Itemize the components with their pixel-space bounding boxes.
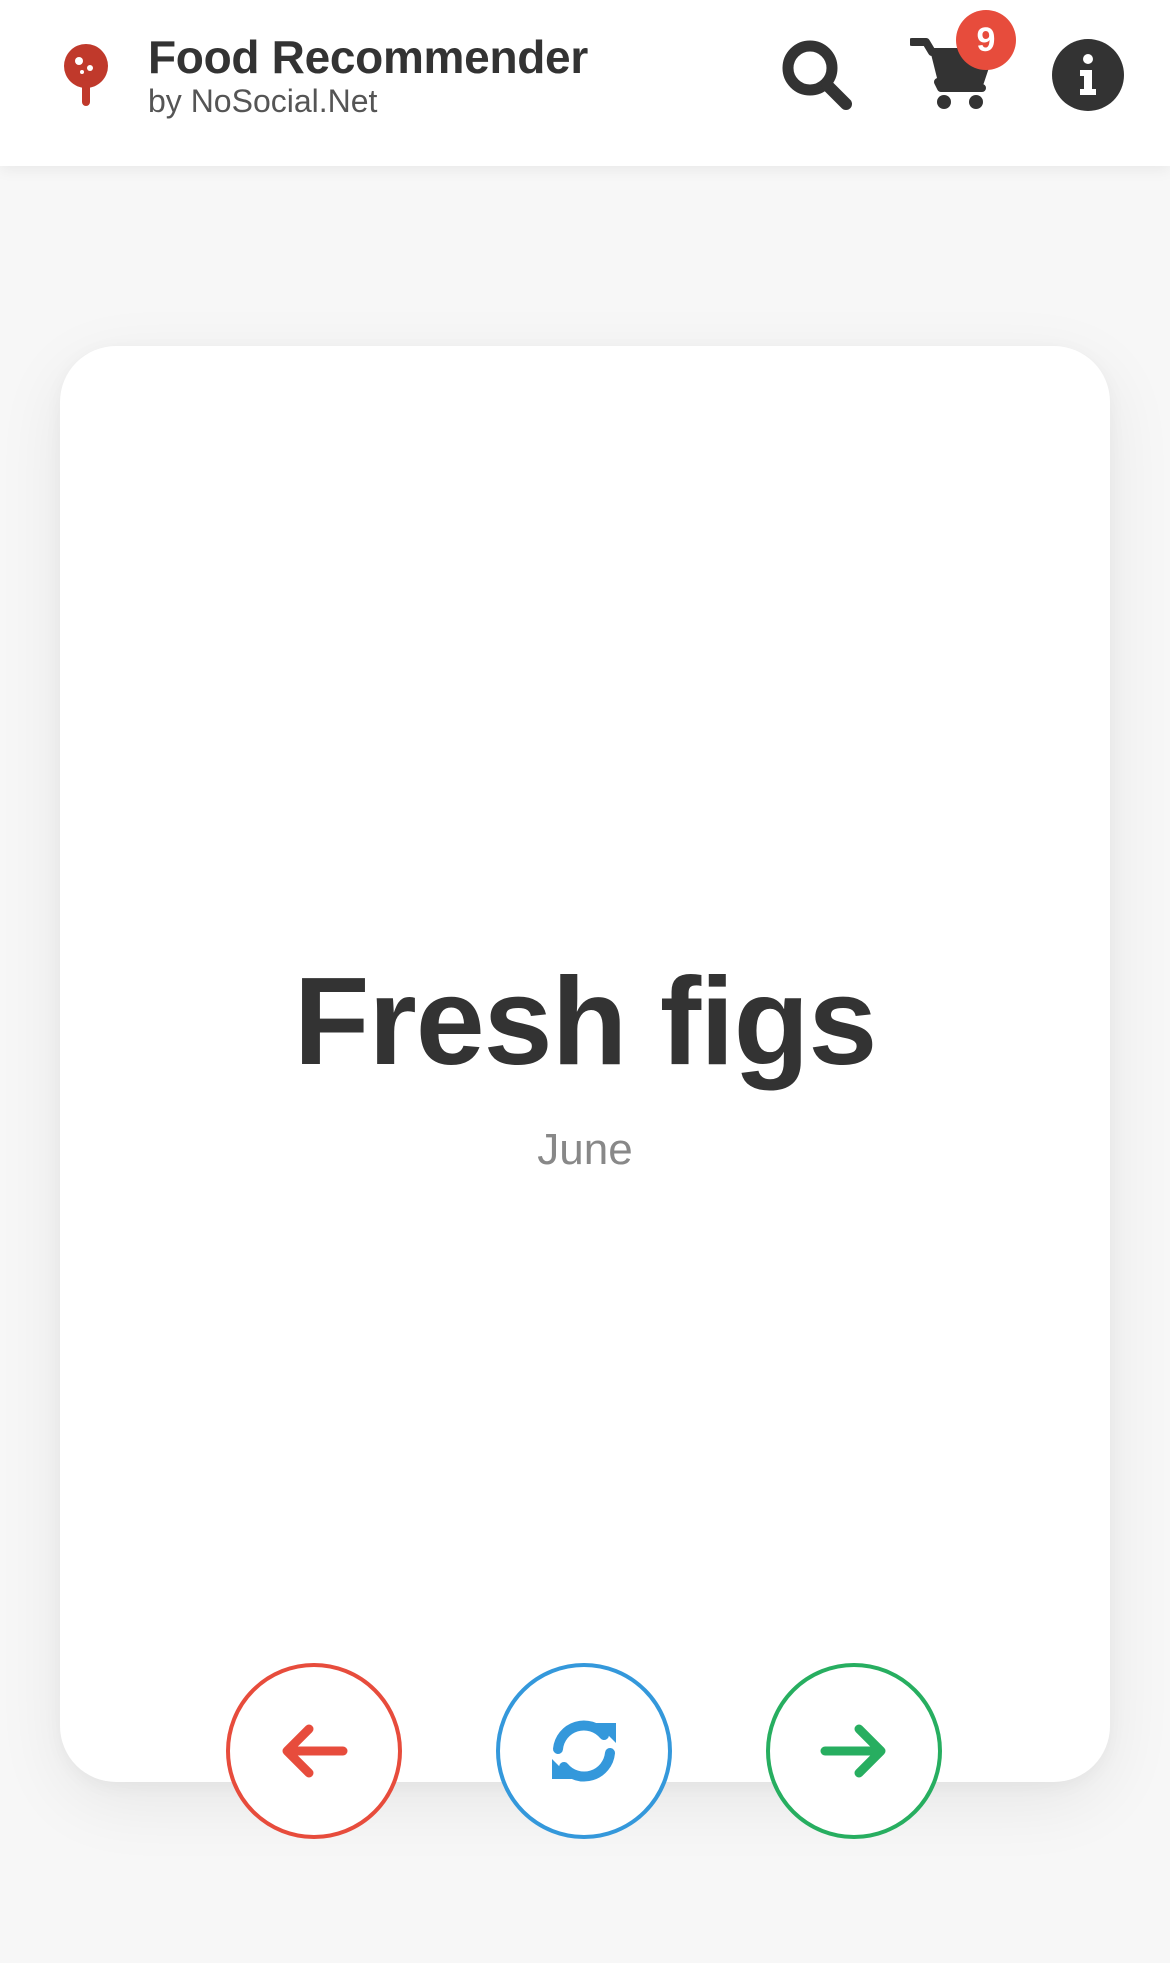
app-subtitle: by NoSocial.Net	[148, 83, 378, 119]
next-button[interactable]	[766, 1663, 942, 1839]
previous-button[interactable]	[226, 1663, 402, 1839]
search-icon[interactable]	[778, 36, 854, 112]
shuffle-button[interactable]	[496, 1663, 672, 1839]
arrow-left-icon	[282, 1724, 348, 1778]
info-icon[interactable]	[1052, 39, 1124, 111]
sync-icon	[552, 1720, 616, 1782]
cart-count-badge: 9	[956, 10, 1016, 70]
app-title: Food Recommender	[148, 31, 588, 83]
food-name: Fresh figs	[293, 953, 878, 1091]
logo-icon	[64, 44, 108, 106]
arrow-right-icon	[820, 1724, 886, 1778]
app-header: Food Recommender by NoSocial.Net 9	[0, 0, 1170, 166]
food-season-month: June	[537, 1125, 633, 1174]
